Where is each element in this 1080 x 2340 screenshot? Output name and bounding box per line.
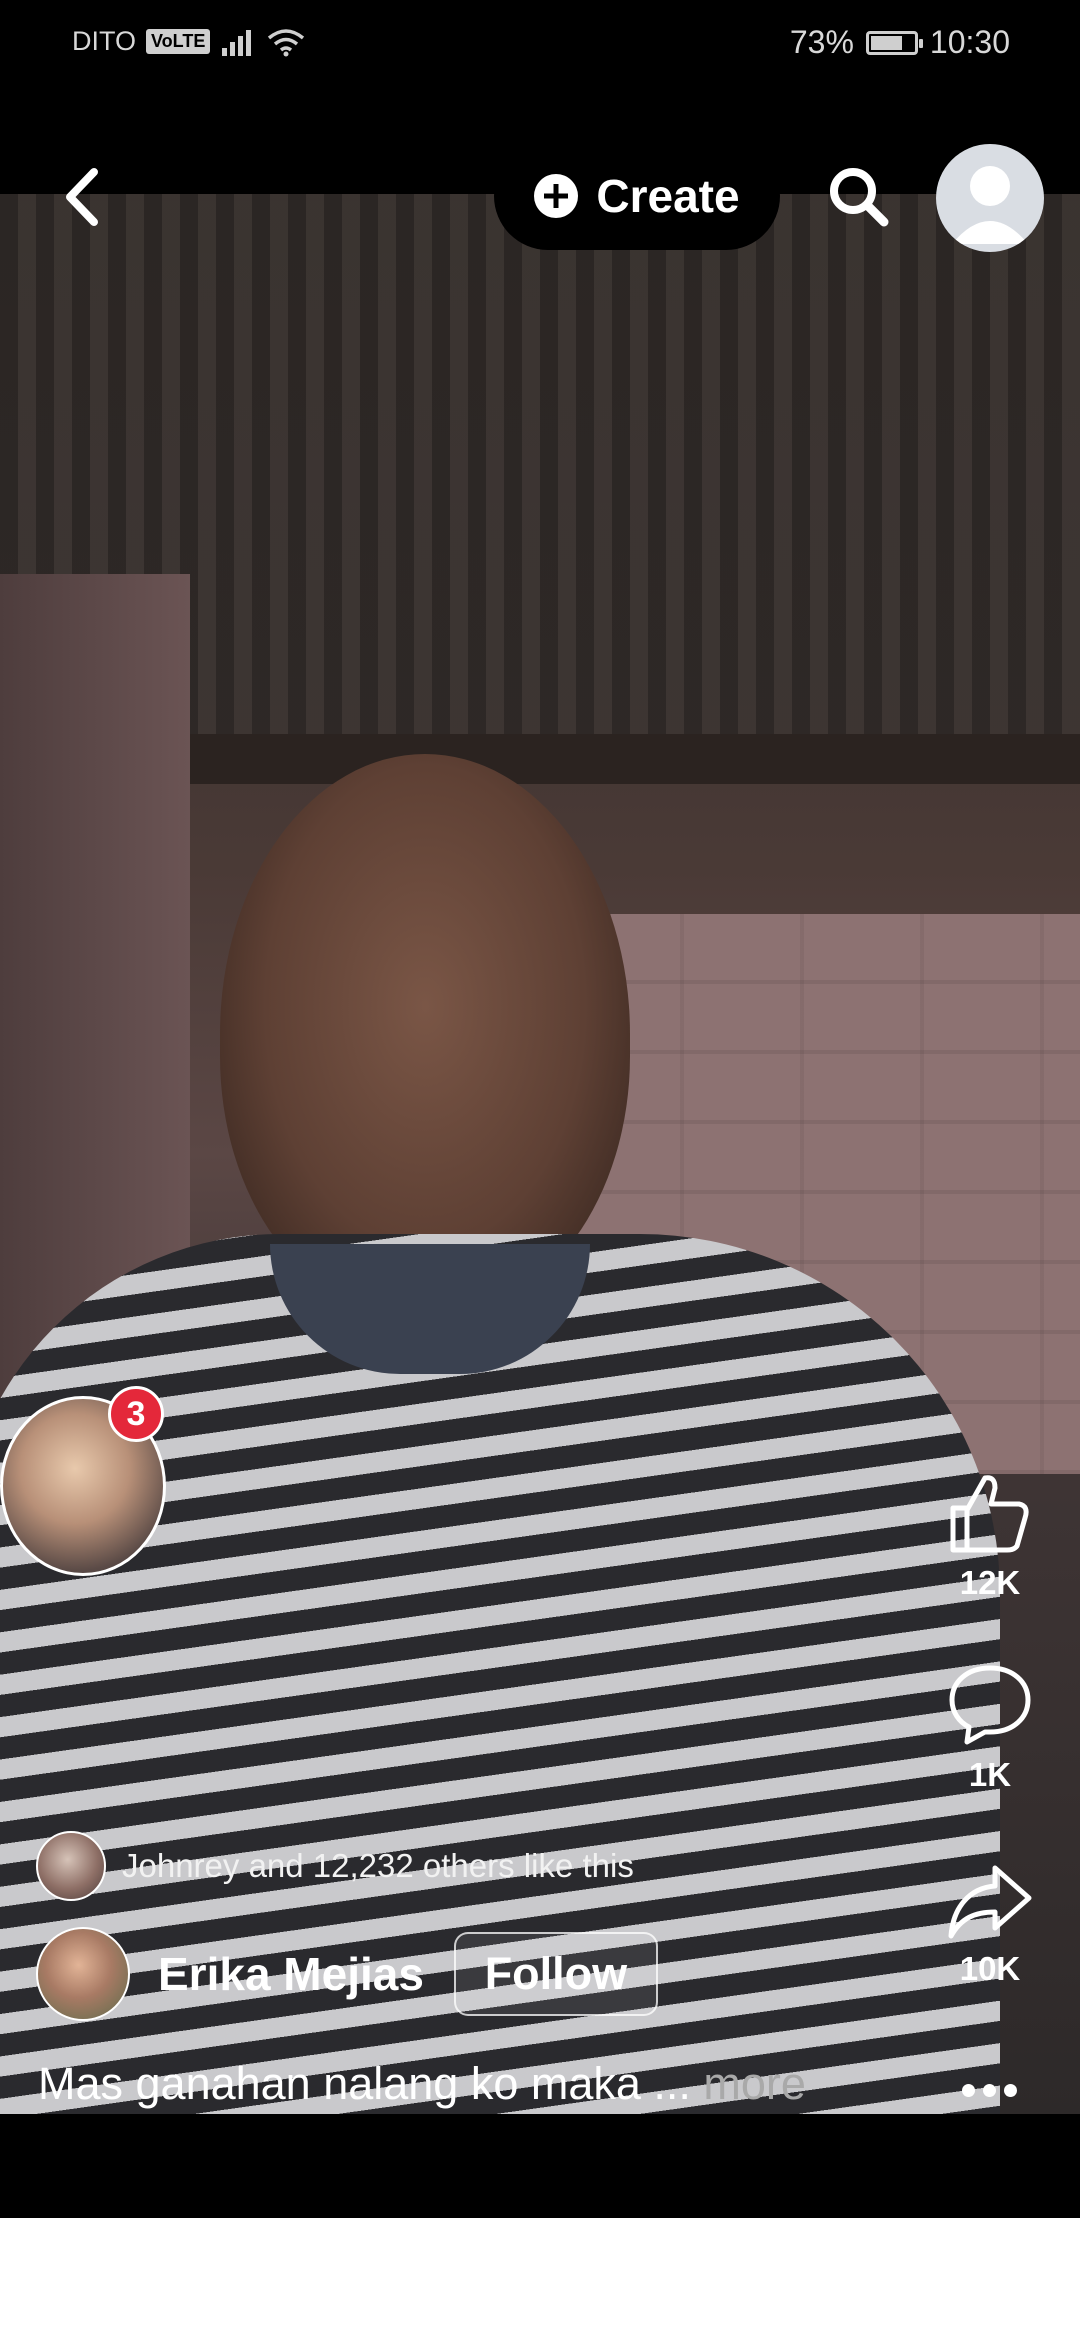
share-button[interactable]: 10K [930,1862,1050,1988]
back-arrow-icon[interactable] [56,164,112,230]
clock: 10:30 [929,24,1010,60]
comment-count: 1K [968,1756,1012,1793]
comment-button[interactable]: 1K [930,1662,1050,1794]
like-count: 12K [959,1564,1021,1601]
more-options-icon[interactable] [958,2070,1020,2110]
dot [961,2083,975,2097]
caption-text: Mas ganahan nalang ko maka ... [38,2058,704,2109]
liker-avatar [36,1831,106,1901]
wifi-icon [268,28,305,56]
signal-icon [222,29,252,56]
battery-fill [870,35,902,50]
follow-button[interactable]: Follow [453,1932,658,2016]
status-left: DITO VoLTE [72,26,306,57]
profile-avatar[interactable] [936,144,1044,252]
like-button[interactable]: 12K [930,1470,1050,1602]
dot [1003,2083,1017,2097]
person-head [220,754,630,1314]
search-icon[interactable] [826,164,890,228]
plus-circle-icon [534,174,579,218]
default-user-icon [952,166,1028,244]
share-arrow-icon [948,1865,1032,1939]
status-bar: DITO VoLTE 73% 10:30 [0,0,1080,90]
author-avatar[interactable] [36,1927,130,2021]
author-row: Erika Mejias Follow [36,1924,658,2024]
story-badge: 3 [108,1386,164,1442]
bottom-white-area [0,2218,1080,2340]
likes-text: Johnrey and 12,232 others like this [122,1847,634,1884]
create-button[interactable]: Create [494,142,780,250]
thumbs-up-icon [950,1475,1029,1553]
bottom-bar [0,2114,1080,2218]
status-right: 73% 10:30 [790,24,1010,61]
caption-more-link[interactable]: more [703,2058,806,2109]
author-name[interactable]: Erika Mejias [158,1947,424,2001]
battery-percent: 73% [789,24,854,60]
battery-icon [865,30,923,55]
dot [982,2083,996,2097]
carrier-label: DITO [72,26,137,56]
comment-bubble-icon [949,1665,1031,1745]
reel-video[interactable] [0,194,1080,2114]
create-label: Create [596,170,740,222]
share-count: 10K [959,1950,1021,1987]
roof-beam [120,734,1080,784]
volte-icon: VoLTE [146,29,211,54]
likes-summary[interactable]: Johnrey and 12,232 others like this [36,1830,634,1902]
caption[interactable]: Mas ganahan nalang ko maka ... more [38,2058,806,2110]
